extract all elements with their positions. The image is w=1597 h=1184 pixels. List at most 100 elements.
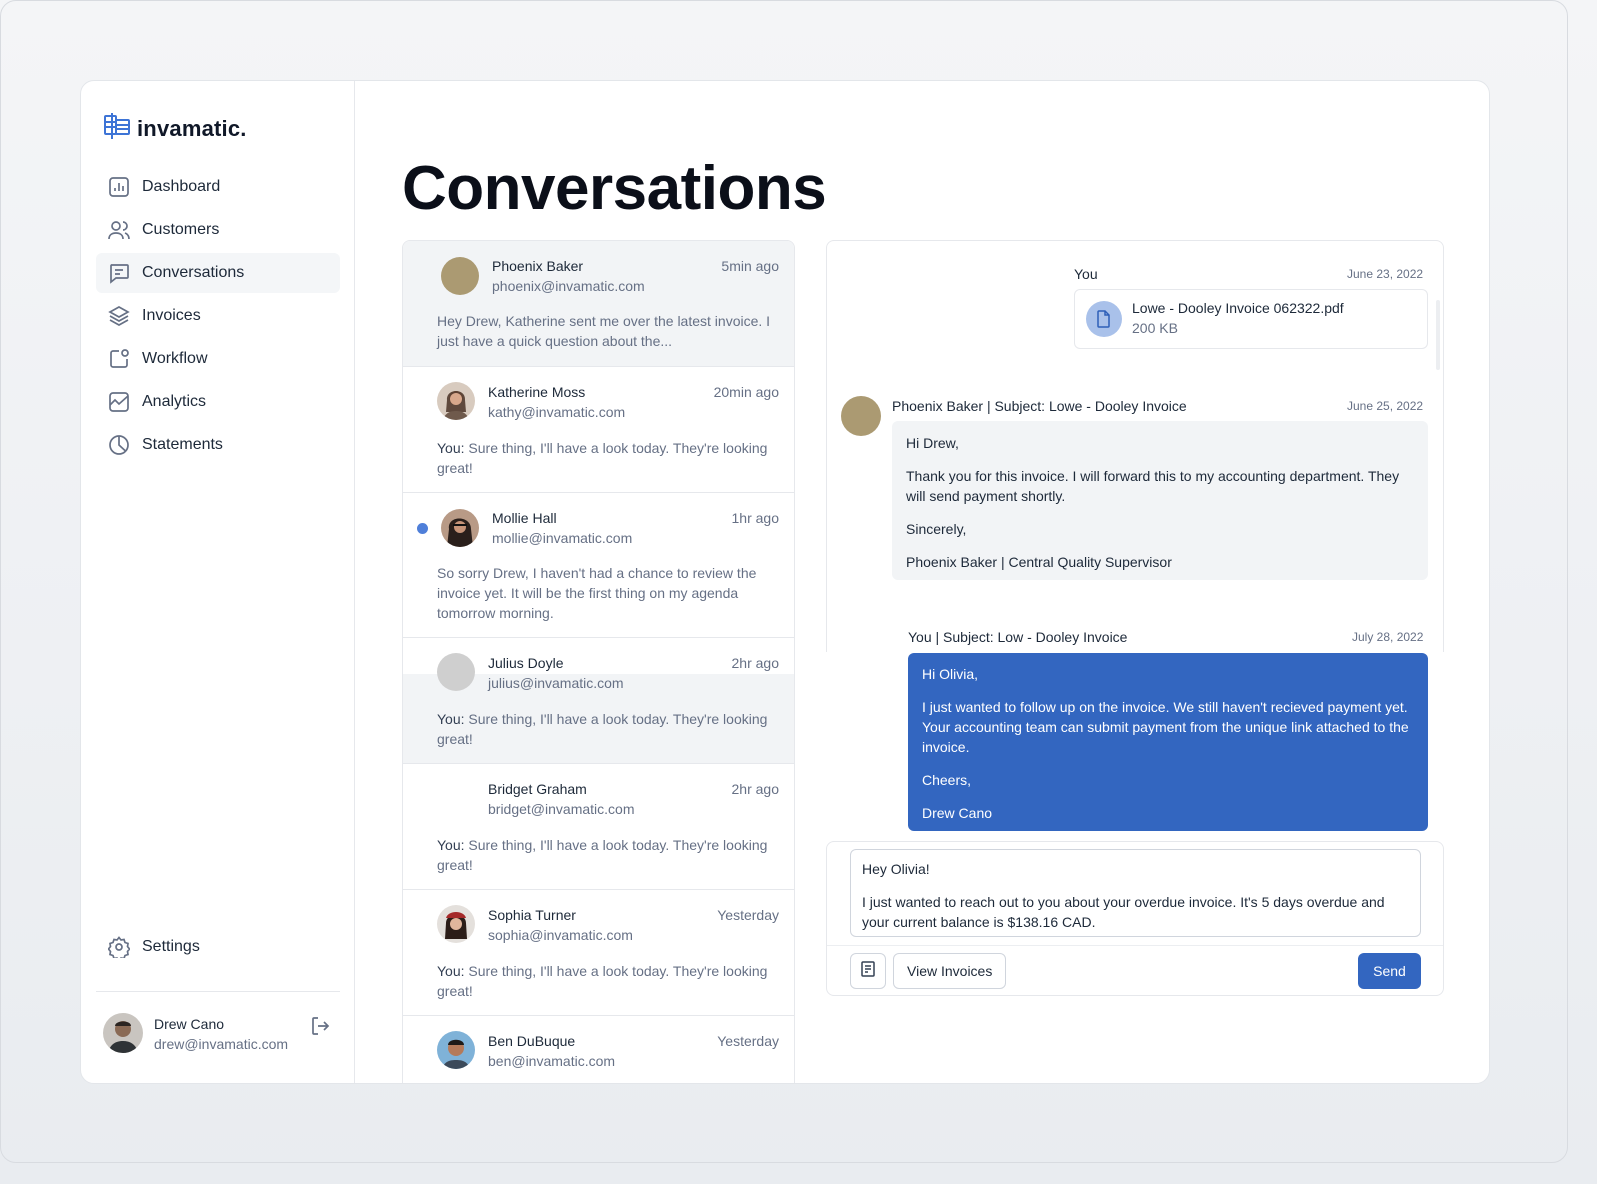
brand-logo[interactable]: invamatic. xyxy=(103,111,247,146)
message-composer: Hey Olivia! I just wanted to reach out t… xyxy=(826,841,1444,996)
message-bubble-received: Hi Drew, Thank you for this invoice. I w… xyxy=(892,421,1428,580)
conversation-name: Mollie Hall xyxy=(492,510,557,526)
conversation-time: 2hr ago xyxy=(731,781,779,797)
conversation-item[interactable]: Mollie Hall mollie@invamatic.com 1hr ago… xyxy=(403,493,794,638)
message-date: June 25, 2022 xyxy=(1347,399,1424,413)
message-sender: You | Subject: Low - Dooley Invoice xyxy=(908,629,1128,645)
conversation-time: 20min ago xyxy=(713,384,779,400)
conversation-item[interactable]: Ben DuBuque ben@invamatic.com Yesterday xyxy=(403,1016,794,1083)
settings-area: Settings xyxy=(96,927,340,970)
page-title: Conversations xyxy=(402,154,827,223)
logout-icon[interactable] xyxy=(310,1015,332,1037)
pie-chart-icon xyxy=(108,434,130,456)
avatar xyxy=(437,905,475,943)
sidebar-item-workflow[interactable]: Workflow xyxy=(96,339,340,379)
avatar xyxy=(437,1031,475,1069)
conversation-item[interactable]: Bridget Graham bridget@invamatic.com 2hr… xyxy=(403,764,794,890)
conversation-item[interactable]: Katherine Moss kathy@invamatic.com 20min… xyxy=(403,367,794,493)
conversation-name: Bridget Graham xyxy=(488,781,587,797)
send-button[interactable]: Send xyxy=(1358,953,1421,989)
conversation-preview: Hey Drew, Katherine sent me over the lat… xyxy=(437,313,771,349)
conversation-item[interactable]: Sophia Turner sophia@invamatic.com Yeste… xyxy=(403,890,794,1016)
sidebar-divider xyxy=(96,991,340,992)
conversation-preview: You: Sure thing, I'll have a look today.… xyxy=(437,440,768,476)
user-name: Drew Cano xyxy=(154,1016,225,1032)
invoice-icon xyxy=(859,960,877,983)
sidebar-item-conversations[interactable]: Conversations xyxy=(96,253,340,293)
user-email: drew@invamatic.com xyxy=(154,1036,289,1052)
conversation-preview: You: Sure thing, I'll have a look today.… xyxy=(437,711,768,747)
conversation-name: Phoenix Baker xyxy=(492,258,584,274)
scrollbar[interactable] xyxy=(1436,300,1440,370)
composer-divider xyxy=(827,945,1443,946)
avatar xyxy=(841,396,881,436)
sidebar-item-label: Customers xyxy=(142,221,220,238)
message-bubble-sent: Hi Olivia, I just wanted to follow up on… xyxy=(908,653,1428,831)
current-user: Drew Cano drew@invamatic.com xyxy=(103,1013,339,1057)
avatar xyxy=(441,257,479,295)
sidebar-item-label: Dashboard xyxy=(142,178,221,195)
message-icon xyxy=(108,262,130,284)
file-name: Lowe - Dooley Invoice 062322.pdf xyxy=(1132,300,1344,316)
conversation-list: Phoenix Baker phoenix@invamatic.com 5min… xyxy=(402,240,795,1083)
sidebar-item-statements[interactable]: Statements xyxy=(96,425,340,465)
users-icon xyxy=(108,219,130,241)
conversation-time: 1hr ago xyxy=(731,510,779,526)
avatar xyxy=(437,653,475,691)
conversation-time: 5min ago xyxy=(721,258,779,274)
workflow-icon xyxy=(108,348,130,370)
conversation-name: Sophia Turner xyxy=(488,907,576,923)
conversation-email: kathy@invamatic.com xyxy=(488,404,626,420)
conversation-name: Katherine Moss xyxy=(488,384,586,400)
conversation-name: Julius Doyle xyxy=(488,655,564,671)
file-attachment[interactable]: Lowe - Dooley Invoice 062322.pdf 200 KB xyxy=(1074,289,1428,349)
sidebar-item-label: Conversations xyxy=(142,264,245,281)
sidebar-item-analytics[interactable]: Analytics xyxy=(96,382,340,422)
avatar xyxy=(441,509,479,547)
conversation-preview: You: Sure thing, I'll have a look today.… xyxy=(437,963,768,999)
file-icon xyxy=(1086,301,1122,337)
conversation-email: phoenix@invamatic.com xyxy=(492,278,645,294)
message-date: June 23, 2022 xyxy=(1347,267,1424,281)
conversation-time: Yesterday xyxy=(717,907,779,923)
view-invoices-button[interactable]: View Invoices xyxy=(893,953,1007,989)
conversation-preview: So sorry Drew, I haven't had a chance to… xyxy=(437,565,757,621)
conversation-email: ben@invamatic.com xyxy=(488,1053,616,1069)
conversation-item[interactable]: Julius Doyle julius@invamatic.com 2hr ag… xyxy=(403,638,794,764)
conversation-name: Ben DuBuque xyxy=(488,1033,576,1049)
gear-icon xyxy=(108,936,130,958)
logo-icon xyxy=(103,111,131,146)
sidebar-item-customers[interactable]: Customers xyxy=(96,210,340,250)
conversation-email: julius@invamatic.com xyxy=(488,675,624,691)
file-size: 200 KB xyxy=(1132,320,1178,336)
avatar xyxy=(437,382,475,420)
sidebar-item-invoices[interactable]: Invoices xyxy=(96,296,340,336)
conversation-time: 2hr ago xyxy=(731,655,779,671)
sidebar-item-label: Invoices xyxy=(142,307,201,324)
message-date: July 28, 2022 xyxy=(1352,630,1424,644)
conversation-email: mollie@invamatic.com xyxy=(492,530,633,546)
sidebar-item-label: Settings xyxy=(142,938,200,955)
message-input[interactable]: Hey Olivia! I just wanted to reach out t… xyxy=(850,849,1421,937)
sidebar-item-settings[interactable]: Settings xyxy=(96,927,340,967)
brand-name: invamatic. xyxy=(137,115,247,141)
conversation-email: sophia@invamatic.com xyxy=(488,927,633,943)
conversation-preview: You: Sure thing, I'll have a look today.… xyxy=(437,837,768,873)
unread-indicator xyxy=(417,523,428,534)
conversation-item[interactable]: Phoenix Baker phoenix@invamatic.com 5min… xyxy=(403,241,794,367)
layers-icon xyxy=(108,305,130,327)
sidebar-item-dashboard[interactable]: Dashboard xyxy=(96,167,340,207)
sidebar: invamatic. Dashboard Customers Conversat… xyxy=(81,81,355,1083)
bar-chart-icon xyxy=(108,176,130,198)
attach-invoice-button[interactable] xyxy=(850,953,886,989)
sidebar-item-label: Workflow xyxy=(142,350,208,367)
line-chart-icon xyxy=(108,391,130,413)
message-sender: Phoenix Baker | Subject: Lowe - Dooley I… xyxy=(892,398,1187,414)
message-sender: You xyxy=(1074,266,1098,282)
sidebar-item-label: Statements xyxy=(142,436,223,453)
avatar[interactable] xyxy=(103,1013,143,1053)
sidebar-item-label: Analytics xyxy=(142,393,207,410)
conversation-time: Yesterday xyxy=(717,1033,779,1049)
conversation-email: bridget@invamatic.com xyxy=(488,801,635,817)
sidebar-nav: Dashboard Customers Conversations Invoic… xyxy=(96,167,340,468)
